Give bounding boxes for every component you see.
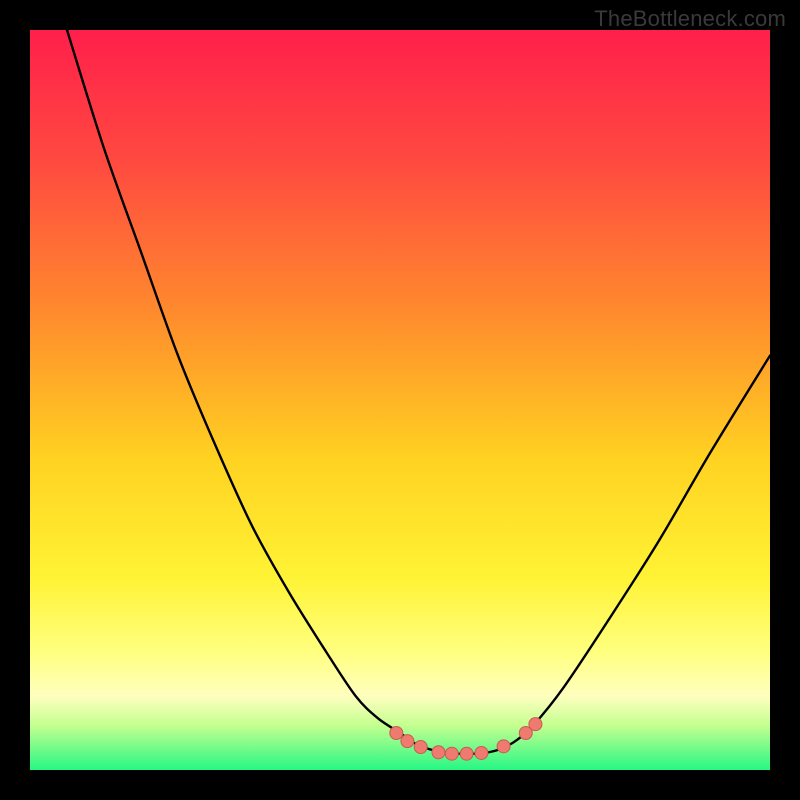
marker-left-2 [401,735,414,748]
watermark-text: TheBottleneck.com [594,6,786,32]
marker-min-3 [460,747,473,760]
marker-min-4 [475,746,488,759]
marker-right-3 [529,718,542,731]
marker-min-1 [432,746,445,759]
bottleneck-curve [67,30,770,754]
chart-svg [30,30,770,770]
outer-frame: TheBottleneck.com [0,0,800,800]
marker-left-1 [414,741,427,754]
gradient-plot-area [30,30,770,770]
marker-left-3 [390,727,403,740]
marker-right-1 [497,740,510,753]
marker-min-2 [445,747,458,760]
